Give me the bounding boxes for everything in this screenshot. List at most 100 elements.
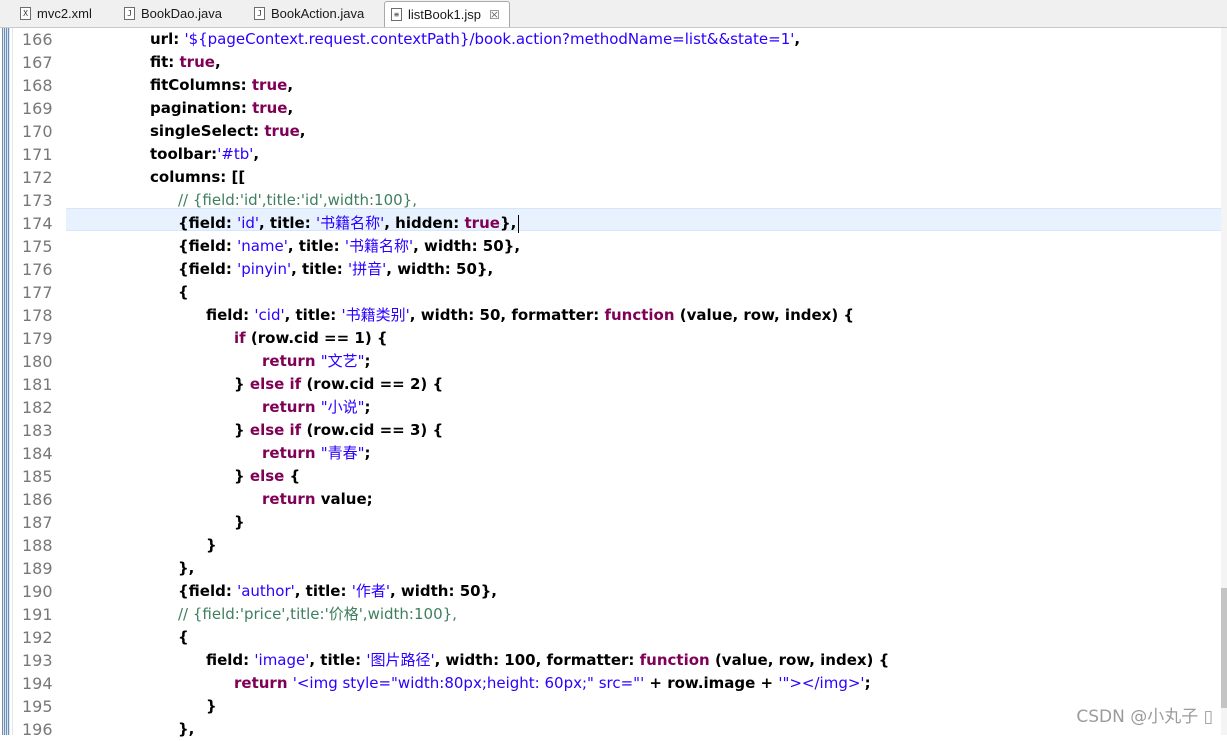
code-token: , [214, 53, 221, 71]
line-number: 185 [22, 467, 53, 486]
code-line[interactable]: 194 return '<img style="width:80px;height… [0, 672, 1221, 695]
vertical-scrollbar[interactable] [1221, 28, 1227, 735]
code-line[interactable]: 174 {field: 'id', title: '书籍名称', hidden: … [0, 212, 1221, 235]
watermark: CSDN @小丸子 ▯ [1076, 707, 1213, 727]
code-line[interactable]: 171 toolbar:'#tb', [0, 143, 1221, 166]
code-token: '图片路径' [366, 651, 435, 669]
tab-bookaction-java[interactable]: J BookAction.java [248, 2, 380, 25]
code-line[interactable]: 170 singleSelect: true, [0, 120, 1221, 143]
code-line[interactable]: 192 { [0, 626, 1221, 649]
line-number: 174 [22, 214, 53, 233]
code-line[interactable]: 195} [0, 695, 1221, 718]
code-line[interactable]: 185} else { [0, 465, 1221, 488]
code-token: 'author' [237, 582, 295, 600]
scrollbar-thumb[interactable] [1221, 588, 1227, 708]
code-token: ; [864, 674, 871, 692]
code-line[interactable]: 181} else if (row.cid == 2) { [0, 373, 1221, 396]
code-text: return '<img style="width:80px;height: 6… [234, 672, 871, 695]
code-token: '${pageContext.request.contextPath}/book… [184, 30, 795, 48]
jsp-file-icon: ≡ [391, 8, 402, 21]
line-number: 195 [22, 697, 53, 716]
text-caret [518, 214, 520, 233]
line-number: 173 [22, 191, 53, 210]
close-tab-icon[interactable]: ☒ [489, 8, 500, 22]
code-line[interactable]: 193 field: 'image', title: '图片路径', width:… [0, 649, 1221, 672]
code-line[interactable]: 182 return "小说"; [0, 396, 1221, 419]
code-line[interactable]: 166 url: '${pageContext.request.contextPa… [0, 28, 1221, 51]
code-token: { [284, 467, 301, 485]
code-token: , [287, 99, 294, 117]
code-line[interactable]: 178 field: 'cid', title: '书籍类别', width: 5… [0, 304, 1221, 327]
line-number: 178 [22, 306, 53, 325]
code-token: (row.cid == 2) { [301, 375, 444, 393]
code-text: { [178, 281, 189, 304]
code-token: '作者' [351, 582, 390, 600]
code-line[interactable]: 184 return "青春"; [0, 442, 1221, 465]
code-token: return [262, 490, 316, 508]
code-line[interactable]: 172 columns: [[ [0, 166, 1221, 189]
code-token: pagination: [150, 99, 253, 117]
code-token: field: [206, 306, 255, 324]
java-file-icon: J [124, 7, 135, 20]
code-token: if [234, 329, 246, 347]
line-number: 181 [22, 375, 53, 394]
code-token: return [262, 352, 316, 370]
code-line[interactable]: 175 {field: 'name', title: '书籍名称', width:… [0, 235, 1221, 258]
code-text: } [234, 511, 245, 534]
line-number: 182 [22, 398, 53, 417]
code-line[interactable]: 188} [0, 534, 1221, 557]
code-token: }, [499, 214, 517, 232]
code-token: singleSelect: [150, 122, 265, 140]
code-token: fit: [150, 53, 180, 71]
code-text: toolbar:'#tb', [150, 143, 259, 166]
code-line[interactable]: 168 fitColumns: true, [0, 74, 1221, 97]
code-line[interactable]: 167 fit: true, [0, 51, 1221, 74]
line-number: 176 [22, 260, 53, 279]
code-line[interactable]: 187} [0, 511, 1221, 534]
code-text: } [206, 534, 217, 557]
code-text: url: '${pageContext.request.contextPath}… [150, 28, 800, 51]
code-text: }, [178, 718, 194, 741]
code-line[interactable]: 177 { [0, 281, 1221, 304]
code-token: // {field:'price',title:'价格',width:100}, [178, 605, 457, 623]
line-number: 168 [22, 76, 53, 95]
tab-label: BookDao.java [141, 6, 222, 21]
code-line[interactable]: 190 {field: 'author', title: '作者', width:… [0, 580, 1221, 603]
line-number: 167 [22, 53, 53, 72]
code-editor[interactable]: 166 url: '${pageContext.request.contextPa… [0, 28, 1221, 739]
code-token: } [206, 536, 217, 554]
code-token: (value, row, index) { [674, 306, 855, 324]
code-token: '书籍名称' [315, 214, 385, 232]
line-number: 180 [22, 352, 53, 371]
code-line[interactable]: 186 return value; [0, 488, 1221, 511]
code-token: , width: 50}, [386, 260, 494, 278]
editor-tab-bar: Xmvc2.xml J BookDao.java J BookAction.java ≡ l… [0, 0, 1227, 28]
line-number: 187 [22, 513, 53, 532]
code-token: '#tb' [217, 145, 254, 163]
code-text: }, [178, 557, 194, 580]
tab-bookdao-java[interactable]: J BookDao.java [118, 2, 244, 25]
line-number: 190 [22, 582, 53, 601]
line-number: 193 [22, 651, 53, 670]
tab-label: mvc2.xml [37, 6, 92, 21]
code-line[interactable]: 191 // {field:'price',title:'价格',width:10… [0, 603, 1221, 626]
code-line[interactable]: 179 if (row.cid == 1) { [0, 327, 1221, 350]
code-text: {field: 'id', title: '书籍名称', hidden: tru… [178, 212, 520, 235]
java-file-icon: J [254, 7, 265, 20]
code-line[interactable]: 169 pagination: true, [0, 97, 1221, 120]
code-line[interactable]: 183} else if (row.cid == 3) { [0, 419, 1221, 442]
tab-mvc2-xml[interactable]: Xmvc2.xml [14, 2, 114, 25]
code-line[interactable]: 173 // {field:'id',title:'id',width:100}, [0, 189, 1221, 212]
tab-listbook1-jsp[interactable]: ≡ listBook1.jsp ☒ [384, 1, 510, 27]
code-token: url: [150, 30, 185, 48]
code-text: fit: true, [150, 51, 221, 74]
code-token: '<img style="width:80px;height: 60px;" s… [292, 674, 645, 692]
code-line[interactable]: 176 {field: 'pinyin', title: '拼音', width:… [0, 258, 1221, 281]
code-token: }, [178, 720, 195, 738]
code-token: (row.cid == 1) { [245, 329, 388, 347]
code-line[interactable]: 196}, [0, 718, 1221, 741]
code-line[interactable]: 180 return "文艺"; [0, 350, 1221, 373]
code-text: pagination: true, [150, 97, 293, 120]
code-line[interactable]: 189}, [0, 557, 1221, 580]
line-number: 184 [22, 444, 53, 463]
